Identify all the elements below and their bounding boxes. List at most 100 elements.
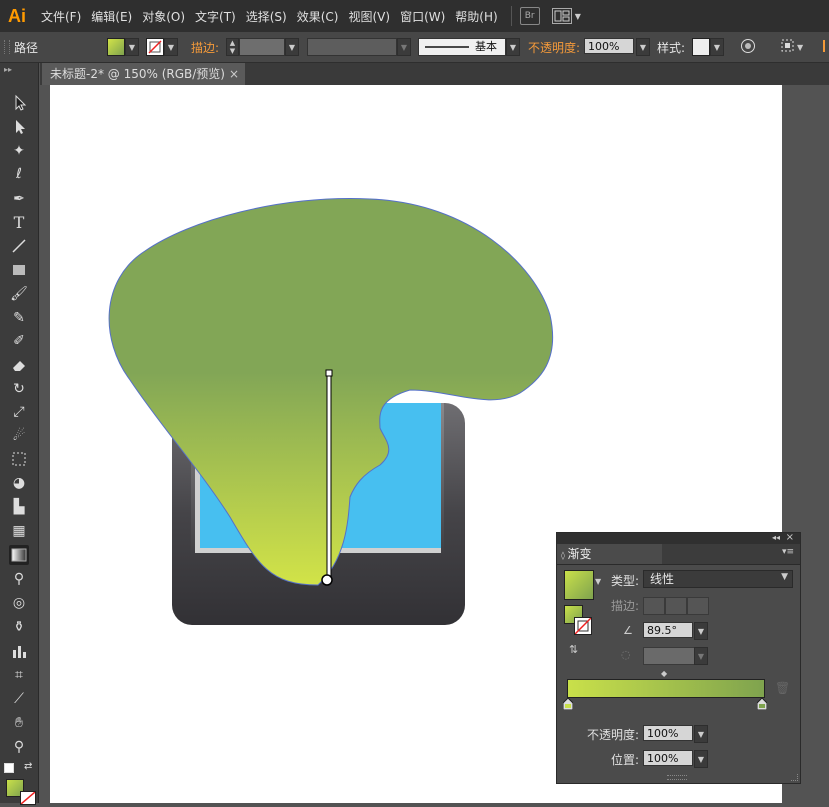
variable-width-dropdown-icon[interactable]: ▼: [397, 38, 411, 56]
opacity-label[interactable]: 不透明度:: [528, 39, 580, 56]
menu-file[interactable]: 文件(F): [41, 8, 81, 25]
hand-tool-icon[interactable]: ✋︎: [9, 713, 29, 733]
brush-definition-field[interactable]: 基本: [418, 38, 506, 56]
chevron-down-icon[interactable]: ▼: [575, 12, 581, 21]
stop-opacity-field[interactable]: 100%: [643, 725, 693, 741]
style-dropdown-icon[interactable]: ▼: [710, 38, 724, 56]
symbol-sprayer-tool-icon[interactable]: ⚱: [9, 617, 29, 637]
delete-stop-icon[interactable]: 🗑︎: [775, 681, 790, 695]
shape-builder-tool-icon[interactable]: ◕: [9, 473, 29, 493]
color-stop-start[interactable]: [562, 697, 574, 713]
warp-tool-icon[interactable]: ☄: [9, 426, 29, 446]
angle-dropdown-icon[interactable]: ▼: [694, 622, 708, 640]
fill-dropdown-icon[interactable]: ▼: [125, 38, 139, 56]
aspect-ratio-field: [643, 647, 695, 665]
close-panel-icon[interactable]: ×: [786, 532, 794, 543]
zoom-tool-icon[interactable]: ⚲: [9, 737, 29, 757]
fill-swatch[interactable]: [107, 38, 125, 56]
slice-tool-icon[interactable]: ⟋: [9, 689, 29, 709]
menu-view[interactable]: 视图(V): [348, 8, 390, 25]
stroke-weight-stepper[interactable]: ▲ ▼: [226, 38, 239, 56]
eyedropper-tool-icon[interactable]: ⚲: [9, 569, 29, 589]
midpoint-diamond-icon[interactable]: ◆: [661, 669, 667, 678]
gradient-preset-dropdown-icon[interactable]: ▼: [595, 577, 601, 586]
stop-location-label: 位置:: [611, 753, 640, 767]
menu-help[interactable]: 帮助(H): [455, 8, 497, 25]
close-icon[interactable]: ×: [229, 63, 239, 85]
align-selection-icon[interactable]: ▼: [780, 38, 808, 54]
angle-field[interactable]: 89.5°: [643, 622, 693, 638]
workspace-switcher-icon[interactable]: [551, 8, 572, 24]
stroke-gradient-label: 描边:: [611, 599, 640, 613]
type-select-value: 线性: [650, 572, 675, 586]
pen-tool-icon[interactable]: ✒: [9, 189, 29, 209]
reverse-gradient-icon[interactable]: ⇅: [569, 643, 578, 656]
menu-select[interactable]: 选择(S): [246, 8, 287, 25]
stop-opacity-label: 不透明度:: [587, 728, 640, 742]
graphic-style-swatch[interactable]: [692, 38, 710, 56]
mesh-tool-icon[interactable]: ▦: [9, 521, 29, 541]
artboard-tool-icon[interactable]: ⌗: [9, 665, 29, 685]
stop-opacity-dropdown-icon[interactable]: ▼: [694, 725, 708, 743]
menu-effect[interactable]: 效果(C): [297, 8, 339, 25]
angle-icon: ∠: [623, 624, 633, 637]
panel-tab-row: ◊ 渐变 ▾≡: [557, 544, 800, 565]
perspective-grid-tool-icon[interactable]: ▙: [9, 497, 29, 517]
gradient-preview-swatch[interactable]: [564, 570, 594, 600]
aspect-ratio-dropdown-icon: ▼: [694, 647, 708, 665]
stroke-weight-dropdown-icon[interactable]: ▼: [285, 38, 299, 56]
lasso-tool-icon[interactable]: ℓ: [9, 164, 29, 184]
opacity-dropdown-icon[interactable]: ▼: [636, 38, 650, 56]
gradient-panel: ◂◂ × ◊ 渐变 ▾≡ ▼ 类型: 线性 ▼ 描边: ∠ 89.5° ▼ ⇅ …: [556, 532, 801, 784]
stop-location-dropdown-icon[interactable]: ▼: [694, 750, 708, 768]
bridge-button[interactable]: Br: [519, 7, 540, 25]
direct-selection-tool-icon[interactable]: [9, 117, 29, 137]
panel-resize-grip[interactable]: [667, 775, 687, 780]
document-tab[interactable]: 未标题-2* @ 150% (RGB/预览) ×: [42, 63, 245, 85]
stroke-none-swatch[interactable]: [146, 38, 164, 56]
panel-menu-icon[interactable]: ▾≡: [782, 547, 794, 557]
swap-colors-icon[interactable]: ⇄: [24, 761, 32, 772]
eraser-tool-icon[interactable]: [9, 355, 29, 375]
gradient-tool-icon[interactable]: [9, 545, 29, 565]
rectangle-tool-icon[interactable]: [9, 260, 29, 280]
color-stop-end[interactable]: [756, 697, 768, 713]
type-select[interactable]: 线性 ▼: [643, 570, 793, 588]
tab-gradient[interactable]: ◊ 渐变: [557, 544, 662, 564]
stop-location-field[interactable]: 100%: [643, 750, 693, 766]
brush-dropdown-icon[interactable]: ▼: [506, 38, 520, 56]
stroke-label[interactable]: 描边:: [191, 39, 219, 56]
line-tool-icon[interactable]: [9, 236, 29, 256]
gradient-panel-title: 渐变: [567, 547, 592, 561]
aspect-ratio-icon: ◌: [621, 648, 631, 661]
collapse-icon[interactable]: ▸▸: [4, 65, 12, 74]
paintbrush-tool-icon[interactable]: 🖌︎: [9, 284, 29, 304]
menu-object[interactable]: 对象(O): [142, 8, 185, 25]
blob-brush-tool-icon[interactable]: ✐: [9, 331, 29, 351]
menu-window[interactable]: 窗口(W): [400, 8, 445, 25]
selection-tool-icon[interactable]: [9, 93, 29, 113]
panel-grip-icon: [4, 40, 10, 54]
opacity-field[interactable]: 100%: [584, 38, 634, 54]
stroke-weight-field[interactable]: [239, 38, 285, 56]
column-graph-tool-icon[interactable]: [9, 641, 29, 661]
menu-edit[interactable]: 编辑(E): [91, 8, 132, 25]
tools-panel: ▸▸ ✦ ℓ ✒ T 🖌︎ ✎ ✐ ↻ ⤢ ☄ ◕ ▙ ▦ ⚲ ◎ ⚱ ⌗ ⟋ …: [0, 63, 39, 805]
collapse-panel-icon[interactable]: ◂◂: [772, 533, 780, 542]
pencil-tool-icon[interactable]: ✎: [9, 308, 29, 328]
stroke-dropdown-icon[interactable]: ▼: [164, 38, 178, 56]
magic-wand-tool-icon[interactable]: ✦: [9, 141, 29, 161]
menu-type[interactable]: 文字(T): [195, 8, 236, 25]
rotate-tool-icon[interactable]: ↻: [9, 379, 29, 399]
type-tool-icon[interactable]: T: [9, 213, 29, 233]
more-options-icon[interactable]: [820, 38, 829, 54]
variable-width-profile[interactable]: [307, 38, 397, 56]
scale-tool-icon[interactable]: ⤢: [9, 402, 29, 422]
recolor-artwork-icon[interactable]: [740, 38, 756, 54]
fill-stroke-stroke-box[interactable]: [574, 617, 592, 635]
panel-corner-grip[interactable]: [791, 774, 798, 781]
free-transform-tool-icon[interactable]: [9, 449, 29, 469]
gradient-slider[interactable]: [567, 679, 765, 698]
default-colors-icon[interactable]: [4, 763, 14, 773]
blend-tool-icon[interactable]: ◎: [9, 593, 29, 613]
